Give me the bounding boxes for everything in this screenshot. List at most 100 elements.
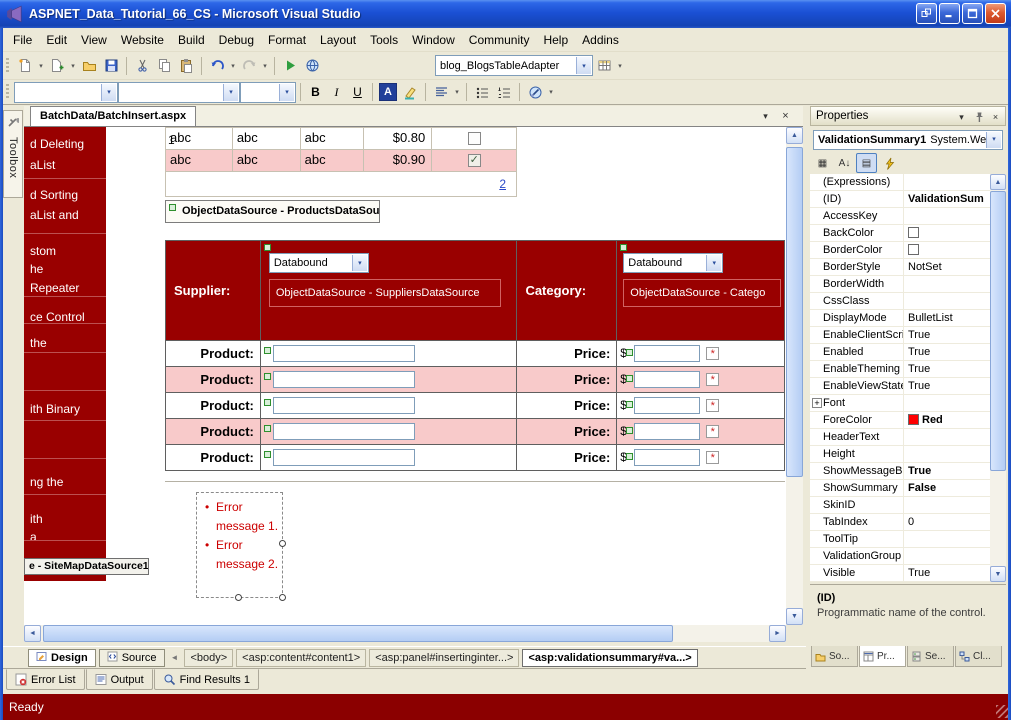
menu-tools[interactable]: Tools (363, 30, 405, 50)
property-value[interactable] (904, 293, 990, 309)
property-name[interactable]: + Font (810, 395, 904, 411)
property-name[interactable]: DisplayMode (810, 310, 904, 326)
redo-button[interactable] (238, 55, 260, 77)
panel-tab[interactable]: Se... (907, 646, 954, 667)
scroll-right-icon[interactable]: ► (769, 625, 786, 642)
font-size-combo[interactable]: ▾ (240, 81, 296, 103)
restore-windows-button[interactable] (916, 3, 937, 24)
property-name[interactable]: Visible (810, 565, 904, 581)
vertical-scrollbar[interactable]: ▲ ▼ (786, 127, 803, 625)
chevron-down-icon[interactable]: ▾ (228, 55, 238, 77)
target-schema-combo[interactable]: ▾ (14, 81, 118, 103)
source-view-button[interactable]: Source (98, 648, 165, 667)
smart-tag-icon[interactable] (626, 401, 634, 408)
nav-text-fragment[interactable]: ith (30, 512, 43, 526)
window-position-chevron-icon[interactable]: ▾ (954, 109, 969, 124)
price-textbox[interactable] (634, 345, 701, 362)
chevron-down-icon[interactable]: ▾ (36, 55, 46, 77)
property-name[interactable]: BackColor (810, 225, 904, 241)
scroll-down-icon[interactable]: ▼ (990, 566, 1006, 582)
property-value[interactable] (904, 242, 990, 258)
tag-item[interactable]: <asp:panel#insertinginter...> (369, 648, 520, 667)
scrollbar-thumb[interactable] (786, 147, 803, 477)
property-value[interactable]: True (904, 565, 990, 581)
price-textbox[interactable] (634, 397, 701, 414)
property-name[interactable]: ShowMessageBo (810, 463, 904, 479)
toolbar-grip[interactable] (6, 84, 9, 100)
property-name[interactable]: BorderWidth (810, 276, 904, 292)
property-name[interactable]: (ID) (810, 191, 904, 207)
browse-button[interactable] (301, 55, 323, 77)
property-value[interactable]: Red (904, 412, 990, 428)
scroll-up-icon[interactable]: ▲ (786, 127, 803, 144)
chevron-down-icon[interactable]: ▾ (101, 83, 116, 101)
validator-icon[interactable]: * (706, 451, 720, 464)
property-value[interactable] (904, 531, 990, 547)
highlight-button[interactable] (399, 81, 421, 103)
panel-tab[interactable]: So... (811, 646, 858, 667)
validation-summary-control[interactable]: • Error message 1. • Error message 2. (196, 492, 283, 598)
property-name[interactable]: EnableClientScri (810, 327, 904, 343)
smart-tag-icon[interactable] (626, 375, 634, 382)
property-value[interactable] (904, 276, 990, 292)
bold-button[interactable]: B (305, 82, 326, 103)
property-name[interactable]: HeaderText (810, 429, 904, 445)
property-value[interactable]: 0 (904, 514, 990, 530)
cut-button[interactable] (131, 55, 153, 77)
property-value[interactable]: False (904, 480, 990, 496)
scroll-left-icon[interactable]: ◄ (24, 625, 41, 642)
chevron-down-icon[interactable]: ▾ (279, 83, 294, 101)
properties-view-button[interactable]: ▤ (856, 153, 877, 173)
price-textbox[interactable] (634, 423, 701, 440)
tag-item[interactable]: <asp:validationsummary#va...> (522, 648, 698, 667)
nav-text-fragment[interactable]: ith Binary (30, 402, 80, 416)
chevron-down-icon[interactable]: ▾ (986, 132, 1001, 148)
row-checkbox[interactable] (467, 132, 481, 145)
smart-tag-icon[interactable] (626, 453, 634, 460)
bullet-list-button[interactable] (471, 81, 493, 103)
scroll-down-icon[interactable]: ▼ (786, 608, 803, 625)
panel-tab[interactable]: Pr... (859, 646, 906, 667)
property-name[interactable]: ToolTip (810, 531, 904, 547)
chevron-down-icon[interactable]: ▾ (546, 81, 556, 103)
chevron-down-icon[interactable]: ▾ (223, 83, 238, 101)
property-value[interactable]: True (904, 344, 990, 360)
tag-scroll-left-icon[interactable]: ◄ (171, 653, 179, 662)
property-name[interactable]: BorderStyle (810, 259, 904, 275)
row-checkbox[interactable]: ✓ (467, 154, 481, 167)
nav-text-fragment[interactable]: ce Control (30, 310, 85, 324)
product-textbox[interactable] (272, 371, 415, 388)
property-value[interactable]: ValidationSum (904, 191, 990, 207)
property-value[interactable] (904, 174, 990, 190)
supplier-dropdown[interactable]: Databound ▾ (268, 253, 369, 273)
close-document-icon[interactable]: × (778, 109, 793, 124)
products-datasource-control[interactable]: ObjectDataSource - ProductsDataSource (165, 200, 380, 223)
horizontal-scrollbar[interactable]: ◄ ► (24, 625, 786, 642)
italic-button[interactable]: I (326, 82, 347, 103)
chevron-down-icon[interactable]: ▾ (615, 55, 625, 77)
chevron-down-icon[interactable]: ▾ (68, 55, 78, 77)
chevron-down-icon[interactable]: ▾ (260, 55, 270, 77)
menu-file[interactable]: File (6, 30, 39, 50)
property-name[interactable]: ShowSummary (810, 480, 904, 496)
smart-tag-icon[interactable] (263, 425, 271, 432)
nav-text-fragment[interactable]: the (30, 336, 47, 350)
toolbox-tab[interactable]: Toolbox (3, 110, 23, 198)
suppliers-datasource-control[interactable]: ObjectDataSource - SuppliersDataSource (268, 279, 501, 307)
nav-text-fragment[interactable]: d Sorting (30, 188, 78, 202)
nav-text-fragment[interactable]: stom (30, 244, 56, 258)
validator-icon[interactable]: * (706, 399, 720, 412)
font-name-combo[interactable]: ▾ (118, 81, 240, 103)
dock-tab[interactable]: Output (85, 669, 153, 690)
property-name[interactable]: TabIndex (810, 514, 904, 530)
menu-view[interactable]: View (74, 30, 114, 50)
expander-icon[interactable]: + (812, 398, 822, 408)
product-textbox[interactable] (272, 449, 415, 466)
property-value[interactable]: True (904, 327, 990, 343)
menu-format[interactable]: Format (261, 30, 313, 50)
nav-text-fragment[interactable]: he (30, 262, 43, 276)
property-value[interactable]: True (904, 463, 990, 479)
validator-icon[interactable]: * (706, 347, 720, 360)
save-button[interactable] (100, 55, 122, 77)
object-selector-combo[interactable]: ValidationSummary1 System.We ▾ (813, 130, 1003, 150)
